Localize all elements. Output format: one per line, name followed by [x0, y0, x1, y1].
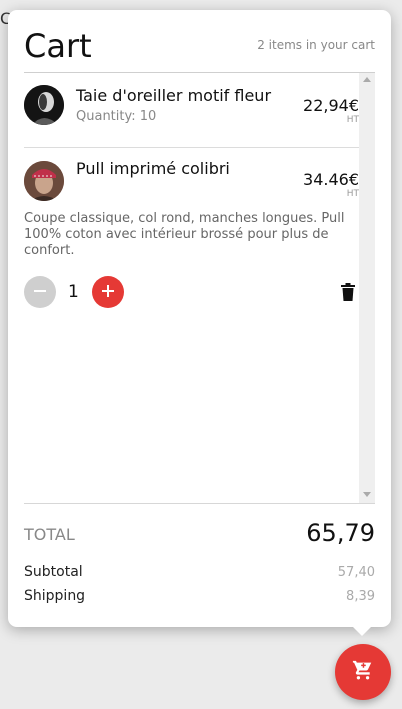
cart-popover: Cart 2 items in your cart Taie d'oreille… — [8, 10, 391, 627]
quantity-stepper: 1 — [24, 276, 359, 308]
item-quantity: Quantity: 10 — [76, 109, 157, 124]
scroll-down-icon[interactable] — [363, 492, 371, 497]
product-avatar-icon — [24, 161, 64, 201]
quantity-value: 1 — [68, 282, 79, 302]
cart-item[interactable]: Pull imprimé colibri 34.46€ HT Coupe cla… — [24, 148, 359, 328]
list-scrollbar[interactable] — [359, 73, 375, 503]
item-name: Pull imprimé colibri — [76, 159, 230, 178]
cart-item[interactable]: Taie d'oreiller motif fleur Quantity: 10… — [24, 73, 359, 148]
shipping-value: 8,39 — [346, 589, 375, 604]
cart-title: Cart — [24, 27, 92, 65]
subtotal-label: Subtotal — [24, 564, 83, 580]
popover-caret — [352, 626, 372, 636]
increase-quantity-button[interactable] — [92, 276, 124, 308]
tax-label: HT — [346, 189, 359, 199]
cart-toggle-button[interactable] — [335, 644, 391, 700]
total-value: 65,79 — [306, 519, 375, 547]
tax-label: HT — [346, 115, 359, 125]
minus-icon — [33, 283, 47, 302]
shipping-label: Shipping — [24, 588, 86, 604]
item-description: Coupe classique, col rond, manches longu… — [24, 211, 345, 258]
scroll-up-icon[interactable] — [363, 77, 371, 82]
decrease-quantity-button[interactable] — [24, 276, 56, 308]
cart-item-list[interactable]: Taie d'oreiller motif fleur Quantity: 10… — [24, 73, 375, 503]
item-price: 34.46€ — [303, 170, 359, 189]
item-name: Taie d'oreiller motif fleur — [76, 86, 272, 105]
subtotal-value: 57,40 — [337, 565, 375, 580]
trash-icon — [341, 283, 355, 305]
plus-icon — [101, 283, 115, 302]
divider — [24, 503, 375, 504]
shopping-cart-icon — [352, 659, 374, 685]
item-price: 22,94€ — [303, 96, 359, 115]
product-avatar-icon — [24, 85, 64, 125]
cart-items-count: 2 items in your cart — [257, 38, 375, 52]
total-label: TOTAL — [24, 525, 75, 544]
remove-item-button[interactable] — [341, 283, 355, 305]
